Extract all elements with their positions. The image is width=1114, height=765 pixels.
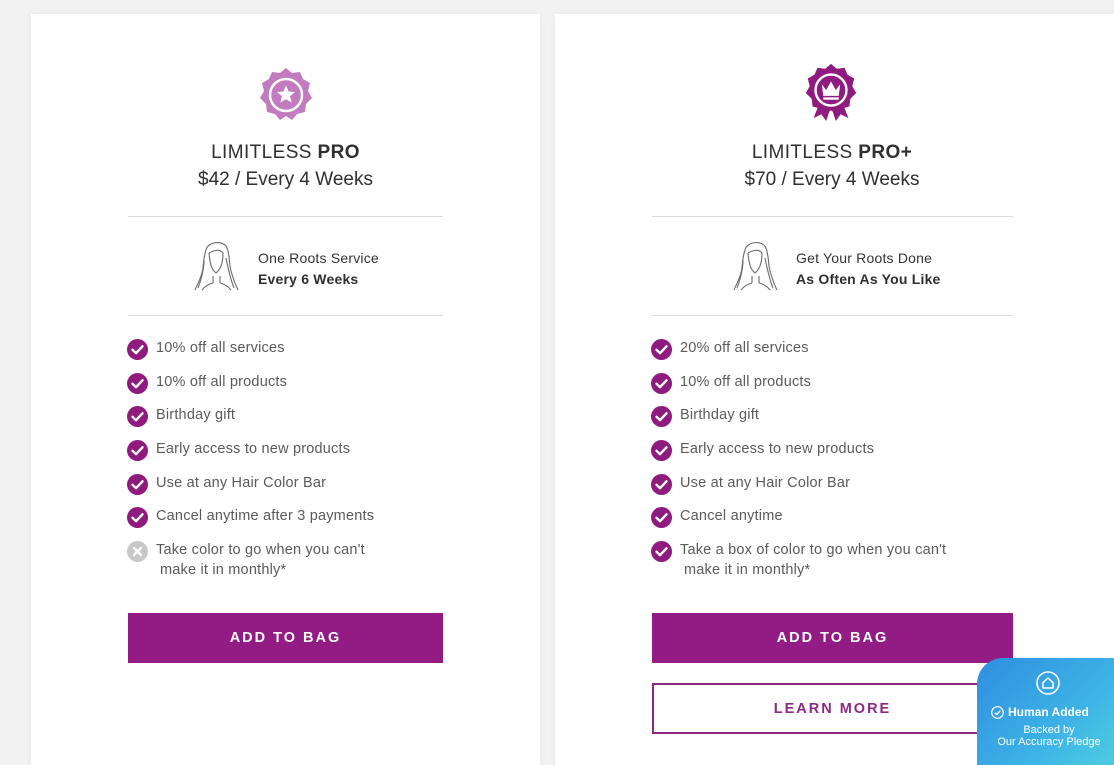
learn-more-button[interactable]: LEARN MORE [652,683,1013,734]
check-icon [127,339,148,360]
roots-line-2: Every 6 Weeks [258,271,359,287]
add-to-bag-button[interactable]: ADD TO BAG [128,613,443,663]
plan-card-pro: LIMITLESS PRO $42 / Every 4 Weeks One Ro… [31,14,540,765]
divider [128,315,443,316]
plan-title: LIMITLESS PRO+ [751,142,913,163]
benefit-item: Take a box of color to go when you can't… [651,540,946,590]
benefit-item: Use at any Hair Color Bar [127,473,374,507]
check-circle-icon [991,705,1004,719]
add-to-bag-button[interactable]: ADD TO BAG [652,613,1013,663]
benefit-item: 10% off all services [127,338,374,372]
roots-line-1: One Roots Service [258,250,379,266]
plan-card-pro-plus: LIMITLESS PRO+ $70 / Every 4 Weeks Get Y… [555,14,1114,765]
check-icon [127,440,148,462]
home-icon [1036,671,1060,695]
check-icon [651,339,672,360]
benefit-item: Birthday gift [651,405,946,439]
check-icon [127,372,148,394]
woman-hair-icon [194,242,239,291]
plan-price: $70 / Every 4 Weeks [744,169,920,190]
divider [128,216,443,217]
check-icon [127,473,148,495]
pledge-sub-line-1: Backed by [1023,724,1075,736]
check-icon [651,507,672,529]
benefit-item: Early access to new products [127,439,374,473]
roots-line-2: As Often As You Like [796,271,941,287]
pledge-title: Human Added [1008,705,1089,719]
benefit-item: Use at any Hair Color Bar [651,473,946,507]
check-icon [651,440,672,462]
benefit-item: Cancel anytime [651,506,946,540]
benefit-item: Cancel anytime after 3 payments [127,506,374,540]
check-icon [127,406,148,428]
check-icon [651,541,672,563]
benefit-item: Take color to go when you can't make it … [127,540,374,590]
plan-price: $42 / Every 4 Weeks [198,169,373,190]
benefit-item: Early access to new products [651,439,946,473]
divider [652,315,1013,316]
benefit-item: 10% off all products [127,372,374,406]
woman-hair-icon [733,242,778,291]
check-icon [127,507,148,529]
benefit-item: 10% off all products [651,372,946,406]
benefit-item: 20% off all services [651,338,946,372]
star-badge-icon [260,68,312,120]
benefits-list: 10% off all services 10% off all product… [127,338,374,590]
check-icon [651,406,672,428]
pledge-sub-line-2: Our Accuracy Pledge [997,736,1101,748]
benefit-item: Birthday gift [127,405,374,439]
plan-title: LIMITLESS PRO [211,142,360,163]
crown-badge-icon [805,63,857,122]
cross-icon [127,541,148,563]
check-icon [651,473,672,495]
check-icon [651,372,672,394]
roots-line-1: Get Your Roots Done [796,250,933,266]
divider [652,216,1013,217]
benefits-list: 20% off all services 10% off all product… [651,338,946,590]
accuracy-pledge-widget[interactable]: Human Added Backed by Our Accuracy Pledg… [977,658,1114,765]
